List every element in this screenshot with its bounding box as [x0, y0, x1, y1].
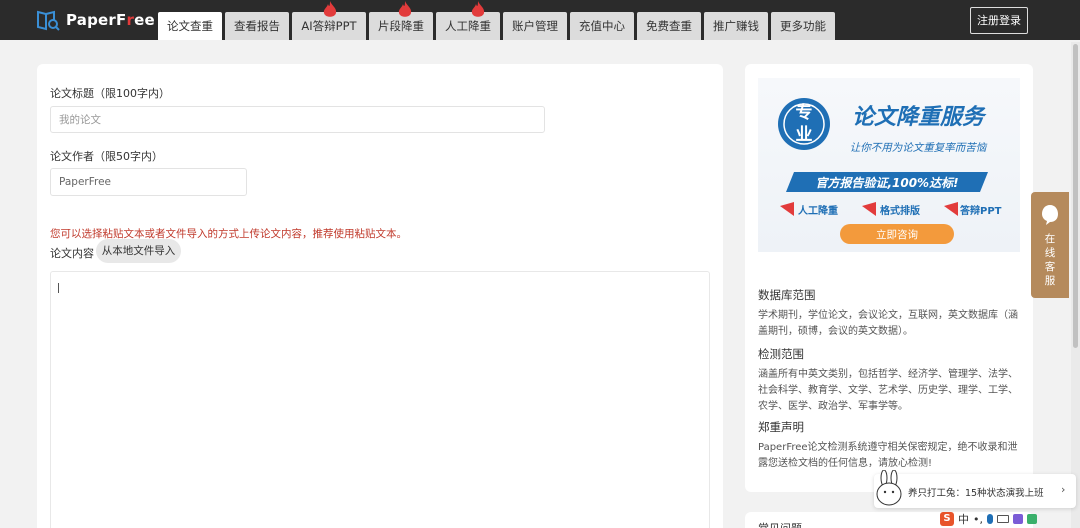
db-scope-title: 数据库范围	[758, 288, 816, 302]
toolbox-icon[interactable]	[1027, 514, 1037, 524]
tab-free-check[interactable]: 免费查重	[637, 12, 701, 40]
shirt-icon[interactable]	[1013, 514, 1023, 524]
badge-bottom: 业	[796, 125, 813, 145]
check-scope-text: 涵盖所有中英文类别，包括哲学、经济学、管理学、法学、社会科学、教育学、文学、艺术…	[758, 369, 1018, 412]
paperfree-logo[interactable]: PaperFree	[36, 8, 155, 32]
pointer-icon	[944, 202, 958, 216]
banner-ribbon-text: 官方报告验证,100%达标!	[815, 176, 958, 190]
punctuation-icon[interactable]: •,	[973, 513, 983, 526]
check-scope-title: 检测范围	[758, 347, 804, 361]
hot-flame-icon	[398, 1, 412, 17]
tab-view-report[interactable]: 查看报告	[225, 12, 289, 40]
title-input[interactable]: 我的论文	[50, 106, 545, 133]
badge-top: 专	[796, 102, 813, 123]
keyboard-icon[interactable]	[997, 515, 1009, 523]
register-login-button[interactable]: 注册登录	[970, 7, 1028, 34]
feature-2: 格式排版	[880, 204, 920, 217]
banner-tagline: 让你不用为论文重复率而苦恼	[850, 142, 988, 154]
hot-flame-icon	[471, 1, 485, 17]
feature-1: 人工降重	[798, 204, 838, 217]
chat-bubble-icon	[1042, 205, 1058, 225]
online-service-label: 在线客服	[1044, 233, 1056, 287]
author-label: 论文作者（限50字内）	[50, 150, 163, 163]
author-input[interactable]: PaperFree	[50, 168, 247, 196]
consult-button-label: 立即咨询	[876, 228, 918, 241]
tab-paper-check[interactable]: 论文查重	[158, 12, 222, 40]
db-scope-text: 学术期刊，学位论文，会议论文，互联网，英文数据库（涵盖期刊，硕博，会议的英文数据…	[758, 310, 1018, 337]
pointer-icon	[862, 202, 876, 216]
tab-more[interactable]: 更多功能	[771, 12, 835, 40]
notification-text: 养只打工兔：15种状态演我上班	[908, 488, 1044, 499]
notice-text: PaperFree论文检测系统遵守相关保密规定，绝不收录和泄露您送检文档的任何信…	[758, 442, 1018, 469]
tab-account[interactable]: 账户管理	[503, 12, 567, 40]
import-local-file-button[interactable]: 从本地文件导入	[96, 239, 181, 263]
chevron-right-icon[interactable]: ›	[1061, 483, 1065, 496]
rabbit-mascot-icon	[876, 470, 902, 506]
tab-fragment-rewrite[interactable]: 片段降重	[369, 1, 433, 40]
book-search-icon	[37, 10, 60, 31]
scrollbar-thumb[interactable]	[1073, 44, 1078, 348]
rewrite-service-banner[interactable]: 专 业 论文降重服务 让你不用为论文重复率而苦恼 官方报告验证,100%达标! …	[758, 78, 1020, 252]
brand-name: PaperFree	[66, 11, 155, 29]
tab-manual-rewrite[interactable]: 人工降重	[436, 1, 500, 40]
banner-graphic: 专 业 论文降重服务 让你不用为论文重复率而苦恼 官方报告验证,100%达标! …	[778, 98, 1002, 244]
content-textarea[interactable]	[50, 271, 710, 528]
content-label: 论文内容	[50, 247, 94, 260]
main-tabs: 论文查重 查看报告 AI答辩PPT 片段降重 人工降重 账户管理 充值中心 免费…	[158, 1, 835, 40]
microphone-icon[interactable]	[987, 514, 993, 524]
banner-headline: 论文降重服务	[852, 104, 987, 130]
faq-title: 常见问题	[758, 520, 802, 528]
tab-recharge[interactable]: 充值中心	[570, 12, 634, 40]
text-caret	[58, 283, 59, 293]
feature-3: 答辩PPT	[959, 204, 1002, 217]
online-service-tab[interactable]: 在线客服	[1031, 192, 1069, 298]
ime-toolbar[interactable]: S 中 •,	[940, 510, 1076, 528]
pointer-icon	[780, 202, 794, 216]
tab-affiliate[interactable]: 推广赚钱	[704, 12, 768, 40]
ime-mode[interactable]: 中	[958, 511, 969, 527]
notice-title: 郑重声明	[758, 420, 804, 434]
sogou-s-icon[interactable]: S	[940, 512, 954, 526]
hot-flame-icon	[323, 1, 337, 17]
tab-ai-ppt[interactable]: AI答辩PPT	[292, 1, 366, 40]
title-label: 论文标题（限100字内）	[50, 87, 170, 100]
